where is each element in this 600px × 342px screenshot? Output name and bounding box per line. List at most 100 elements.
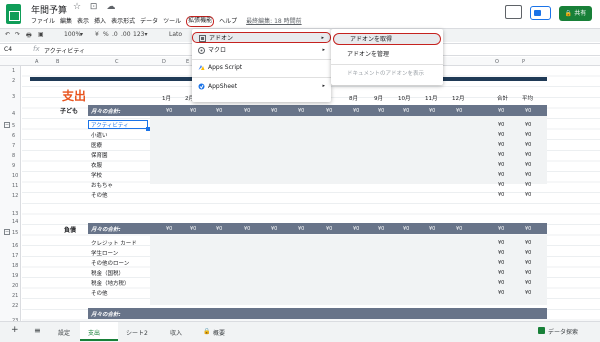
- col-header[interactable]: D: [162, 59, 166, 65]
- comment-history-icon[interactable]: [505, 5, 522, 19]
- document-title[interactable]: 年間予算: [31, 3, 67, 16]
- selected-cell[interactable]: [88, 120, 150, 131]
- total-value: ¥0: [498, 270, 505, 276]
- subtotal-value: ¥0: [326, 226, 333, 232]
- row-header[interactable]: 8: [12, 153, 15, 159]
- row-header[interactable]: 16: [12, 243, 18, 249]
- more-formats-button[interactable]: 123▾: [133, 31, 147, 38]
- zoom-select[interactable]: 100%: [64, 31, 81, 38]
- menu-item-appsheet[interactable]: AppSheet ▸: [192, 81, 331, 92]
- row-header[interactable]: 13: [12, 211, 18, 217]
- sheet-tab[interactable]: シート2: [126, 328, 148, 337]
- row-header[interactable]: 14: [12, 219, 18, 225]
- row-header[interactable]: 6: [12, 133, 15, 139]
- month-header: 11月: [425, 96, 438, 102]
- item-label[interactable]: 学生ローン: [91, 249, 118, 257]
- menu-insert[interactable]: 挿入: [94, 16, 106, 27]
- last-edit-link[interactable]: 最終編集: 18 時間前: [246, 16, 301, 27]
- item-label[interactable]: その他: [91, 191, 108, 199]
- row-header[interactable]: 4: [12, 111, 15, 117]
- item-label[interactable]: 小遣い: [91, 131, 108, 139]
- add-sheet-button[interactable]: +: [11, 325, 19, 335]
- row-header[interactable]: 22: [12, 303, 18, 309]
- share-button[interactable]: 🔒 共有: [559, 6, 592, 21]
- menu-format[interactable]: 表示形式: [111, 16, 135, 27]
- menu-view[interactable]: 表示: [77, 16, 89, 27]
- star-move-cloud-icons[interactable]: ☆ ⊡ ☁: [73, 2, 118, 12]
- sheets-logo-icon[interactable]: [6, 4, 21, 24]
- all-sheets-button[interactable]: ≡: [34, 326, 41, 335]
- col-header[interactable]: O: [495, 59, 499, 65]
- col-header[interactable]: E: [186, 59, 189, 65]
- lock-icon: 🔒: [203, 328, 211, 335]
- row-header[interactable]: 18: [12, 263, 18, 269]
- item-label[interactable]: 衣服: [91, 161, 102, 169]
- item-label[interactable]: 保育園: [91, 151, 108, 159]
- zoom-dropdown-icon[interactable]: ▾: [80, 31, 83, 38]
- row-header[interactable]: 5: [12, 123, 15, 129]
- menu-item-apps-script[interactable]: Apps Script: [192, 62, 331, 73]
- row-header[interactable]: 2: [12, 78, 15, 84]
- menu-item-label: マクロ: [208, 47, 227, 54]
- row-header[interactable]: 15: [12, 230, 18, 236]
- currency-format-button[interactable]: ¥: [95, 31, 99, 38]
- subtotal-value: ¥0: [298, 226, 305, 232]
- subtotal-value: ¥0: [190, 226, 197, 232]
- item-label[interactable]: 医療: [91, 141, 102, 149]
- col-header[interactable]: C: [115, 59, 119, 65]
- item-label[interactable]: その他のローン: [91, 259, 129, 267]
- row-header[interactable]: 17: [12, 253, 18, 259]
- print-icon[interactable]: 🖶: [26, 31, 32, 41]
- row-header[interactable]: 1: [12, 68, 15, 74]
- menu-item-addons[interactable]: アドオン ▸: [192, 32, 331, 43]
- row-header[interactable]: 11: [12, 183, 18, 189]
- row-header[interactable]: 19: [12, 273, 18, 279]
- get-addons-item[interactable]: アドオンを取得: [333, 33, 441, 45]
- increase-decimal-button[interactable]: .00: [121, 31, 131, 38]
- menu-tools[interactable]: ツール: [163, 16, 181, 27]
- menu-item-macros[interactable]: マクロ ▸: [192, 45, 331, 56]
- col-header[interactable]: P: [522, 59, 525, 65]
- row-header[interactable]: 20: [12, 283, 18, 289]
- menu-help[interactable]: ヘルプ: [219, 16, 237, 27]
- collapse-group-icon[interactable]: −: [4, 122, 10, 128]
- col-header[interactable]: B: [56, 59, 59, 65]
- sheet-tab-active[interactable]: 支出: [80, 322, 118, 341]
- subtotal-value: ¥0: [525, 108, 532, 114]
- redo-icon[interactable]: ↷: [15, 31, 20, 38]
- item-label[interactable]: 学校: [91, 171, 102, 179]
- item-label[interactable]: 税金（地方税）: [91, 279, 130, 287]
- row-header[interactable]: 21: [12, 293, 18, 299]
- percent-format-button[interactable]: %: [103, 31, 109, 38]
- menu-item-label: Apps Script: [208, 64, 243, 71]
- item-label[interactable]: クレジット カード: [91, 239, 137, 247]
- meet-present-icon[interactable]: [530, 6, 551, 20]
- undo-icon[interactable]: ↶: [5, 31, 10, 38]
- name-box[interactable]: C4: [4, 46, 12, 53]
- sheet-tab[interactable]: 収入: [170, 328, 182, 337]
- item-label[interactable]: その他: [91, 289, 108, 297]
- menu-edit[interactable]: 編集: [60, 16, 72, 27]
- row-header[interactable]: 3: [12, 94, 15, 100]
- total-value: ¥0: [498, 162, 505, 168]
- font-select[interactable]: Lato: [169, 31, 182, 38]
- col-header[interactable]: A: [35, 59, 38, 65]
- row-header[interactable]: 7: [12, 143, 15, 149]
- menu-data[interactable]: データ: [140, 16, 158, 27]
- row-header[interactable]: 9: [12, 163, 15, 169]
- formula-input[interactable]: アクティビティ: [44, 46, 85, 55]
- explore-button[interactable]: データ探索: [537, 327, 578, 336]
- row-header[interactable]: 12: [12, 193, 18, 199]
- decrease-decimal-button[interactable]: .0: [112, 31, 118, 38]
- manage-addons-item[interactable]: アドオンを管理: [331, 49, 443, 61]
- paint-format-icon[interactable]: ▣: [38, 31, 44, 38]
- menu-file[interactable]: ファイル: [31, 16, 55, 27]
- sheet-tab[interactable]: 設定: [58, 328, 70, 337]
- row-header[interactable]: 10: [12, 173, 18, 179]
- collapse-group-icon[interactable]: −: [4, 229, 10, 235]
- sheet-tab[interactable]: 概要: [213, 328, 225, 337]
- menu-extensions[interactable]: 拡張機能: [186, 16, 215, 27]
- month-cells-block: [150, 235, 547, 305]
- item-label[interactable]: 税金（国税）: [91, 269, 124, 277]
- item-label[interactable]: おもちゃ: [91, 181, 113, 189]
